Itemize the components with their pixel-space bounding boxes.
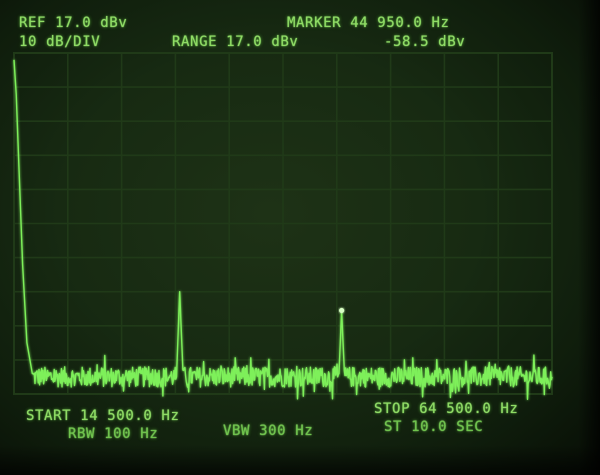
screen-bezel-right: [578, 0, 600, 475]
ref-level-label: REF 17.0 dBv: [19, 15, 128, 31]
sweep-time-label: ST 10.0 SEC: [384, 419, 484, 435]
marker-level-label: -58.5 dBv: [384, 34, 466, 50]
marker-layer: [339, 307, 345, 314]
start-frequency-label: START 14 500.0 Hz: [26, 408, 180, 424]
stop-frequency-label: STOP 64 500.0 Hz: [374, 401, 519, 417]
rbw-label: RBW 100 Hz: [68, 426, 159, 442]
marker-frequency-label: MARKER 44 950.0 Hz: [287, 15, 450, 31]
screen-bezel-bottom: [0, 445, 600, 475]
scale-label: 10 dB/DIV: [19, 34, 101, 50]
graticule: [13, 52, 553, 395]
vbw-label: VBW 300 Hz: [223, 423, 314, 439]
range-label: RANGE 17.0 dBv: [172, 34, 299, 50]
analyzer-screen: REF 17.0 dBv 10 dB/DIV RANGE 17.0 dBv MA…: [0, 0, 600, 475]
marker-dot: [339, 307, 345, 314]
